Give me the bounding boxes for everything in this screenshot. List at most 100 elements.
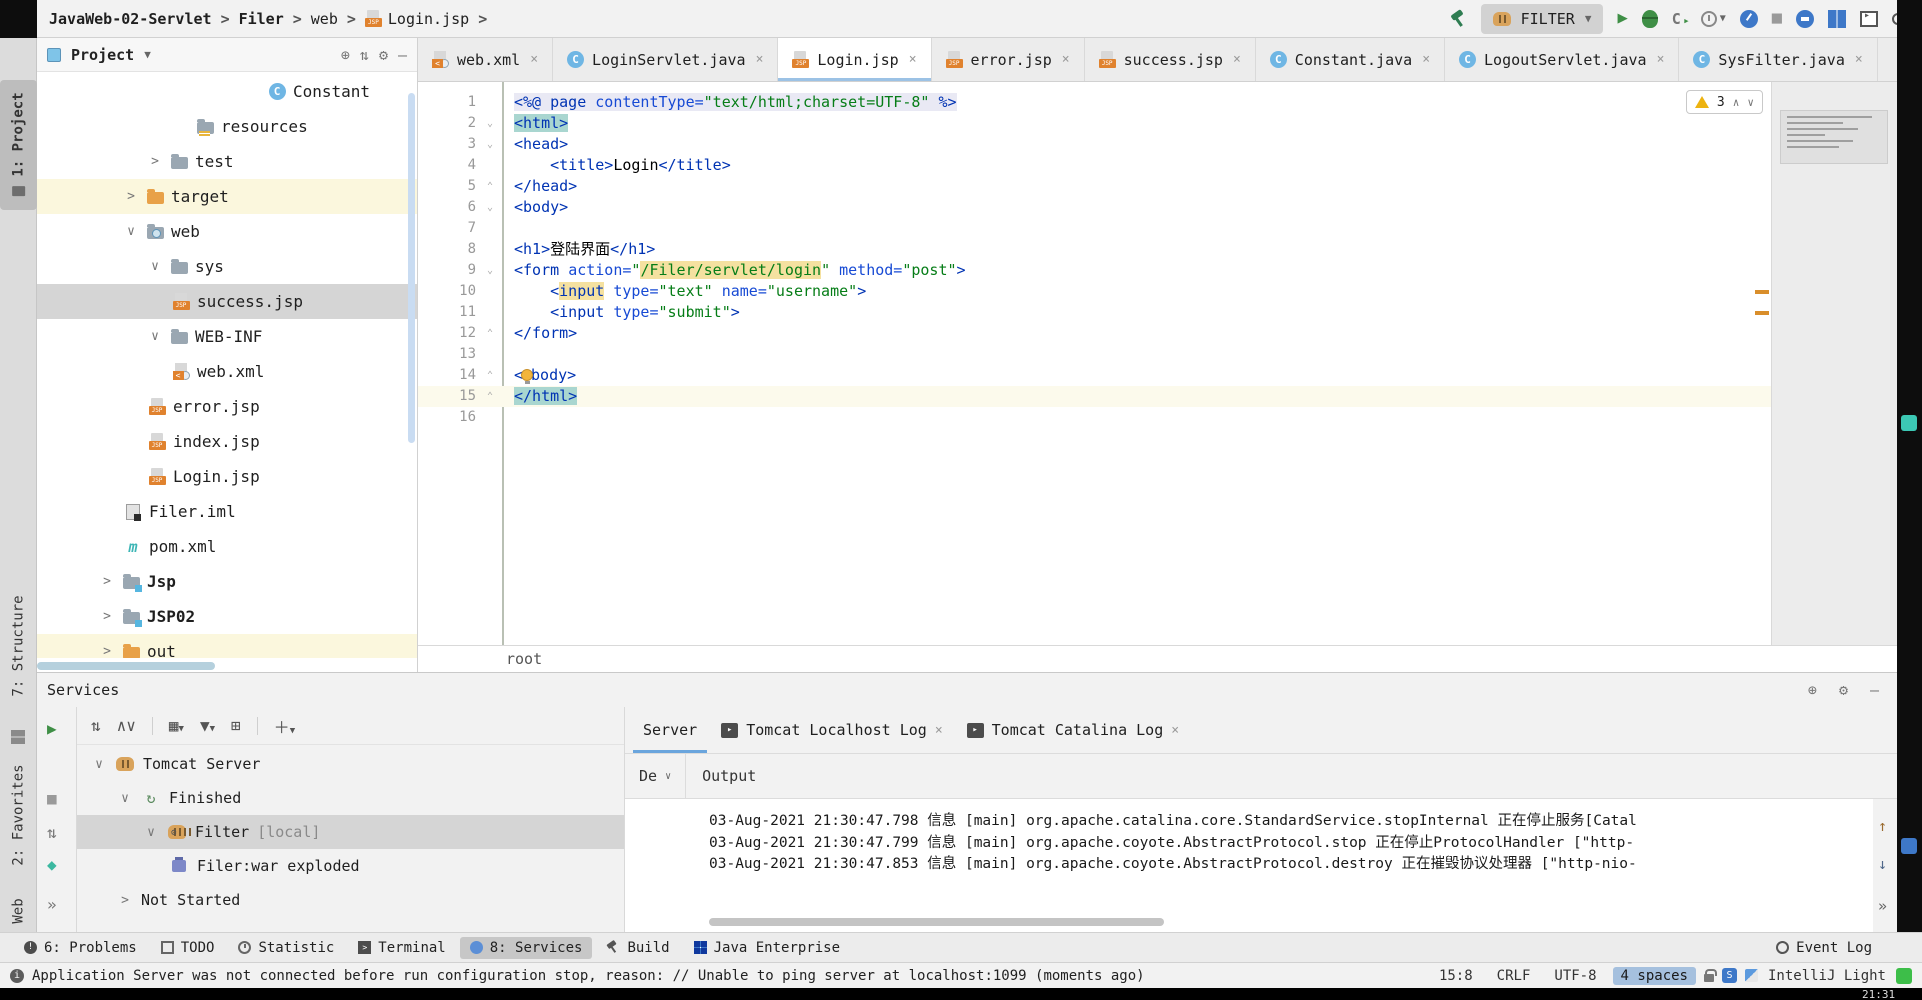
fold-marker[interactable]: ⌄ <box>480 113 500 134</box>
add-service-icon[interactable]: ＋▼ <box>274 714 295 738</box>
tree-item-success-jsp[interactable]: success.jsp <box>37 284 417 319</box>
console-tab-tomcat-localhost-log[interactable]: ▸Tomcat Localhost Log× <box>711 707 952 753</box>
toolwindow-bar-build[interactable]: Build <box>596 937 679 959</box>
prev-problem-icon[interactable]: ∧ <box>1733 96 1740 109</box>
run-button[interactable]: ▶ <box>1617 10 1627 27</box>
chevron-down-icon[interactable]: ∨ <box>147 259 163 274</box>
fold-marker[interactable]: ⌄ <box>480 260 500 281</box>
tree-item-pom-xml[interactable]: mpom.xml <box>37 529 417 564</box>
code-line-14[interactable]: 14⌃<body> <box>418 365 1771 386</box>
chevron-right-icon[interactable]: > <box>99 644 115 658</box>
code-line-10[interactable]: 10 <input type="text" name="username"> <box>418 281 1771 302</box>
line-ending[interactable]: CRLF <box>1489 968 1539 984</box>
close-icon[interactable]: × <box>1855 52 1863 67</box>
lock-icon[interactable] <box>1704 974 1714 982</box>
code-line-3[interactable]: 3⌄<head> <box>418 134 1771 155</box>
code-editor[interactable]: 1<%@ page contentType="text/html;charset… <box>418 82 1771 645</box>
run-anything-icon[interactable] <box>1860 11 1878 27</box>
run-configuration-select[interactable]: FILTER ▼ <box>1481 4 1604 34</box>
file-encoding[interactable]: UTF-8 <box>1546 968 1604 984</box>
code-line-12[interactable]: 12⌃</form> <box>418 323 1771 344</box>
toolwindow-bar-8-services[interactable]: 8: Services <box>460 937 593 959</box>
tree-item-jsp[interactable]: >Jsp <box>37 564 417 599</box>
editor-tab-constant-java[interactable]: CConstant.java× <box>1256 38 1445 81</box>
tree-item-filer-iml[interactable]: Filer.iml <box>37 494 417 529</box>
close-icon[interactable]: × <box>756 52 764 67</box>
toolwindow-button-web[interactable]: Web <box>0 886 37 936</box>
settings-icon[interactable]: ⚙ <box>379 46 388 64</box>
toolwindow-bar-statistic[interactable]: Statistic <box>228 937 344 959</box>
tree-item-web[interactable]: ∨web <box>37 214 417 249</box>
console-horizontal-scrollbar[interactable] <box>709 918 1164 926</box>
codota-icon[interactable] <box>1901 838 1917 854</box>
tree-item-test[interactable]: >test <box>37 144 417 179</box>
code-line-7[interactable]: 7 <box>418 218 1771 239</box>
tree-item-jsp02[interactable]: >JSP02 <box>37 599 417 634</box>
toolwindow-button-jsp[interactable]: JSP <box>1897 45 1922 98</box>
editor-tab-logoutservlet-java[interactable]: CLogoutServlet.java× <box>1445 38 1679 81</box>
gauge-icon[interactable] <box>1740 10 1758 28</box>
attach-icon[interactable] <box>1796 10 1814 28</box>
profiler-button[interactable]: ▼ <box>1701 11 1726 27</box>
fold-marker[interactable]: ⌃ <box>480 386 500 407</box>
chevron-down-icon[interactable]: ▼ <box>144 48 151 61</box>
chevron-right-icon[interactable]: > <box>123 189 139 204</box>
fold-marker[interactable]: ⌃ <box>480 365 500 386</box>
tree-item-target[interactable]: >target <box>37 179 417 214</box>
console-tab-tomcat-catalina-log[interactable]: ▸Tomcat Catalina Log× <box>957 707 1189 753</box>
project-horizontal-scrollbar[interactable] <box>37 662 215 670</box>
close-icon[interactable]: × <box>935 723 943 738</box>
project-panel-title[interactable]: Project <box>71 46 134 64</box>
chevron-right-icon[interactable]: > <box>99 574 115 589</box>
tree-item-resources[interactable]: resources <box>37 109 417 144</box>
toolwindow-button-structure[interactable]: 7: Structure <box>0 586 37 706</box>
service-item-not-started[interactable]: >Not Started <box>77 883 624 917</box>
group-by-icon[interactable]: ▦▼ <box>169 716 184 735</box>
run-icon[interactable]: ▶ <box>47 719 57 738</box>
locate-icon[interactable]: ⊕ <box>1808 681 1817 699</box>
editor-tab-sysfilter-java[interactable]: CSysFilter.java× <box>1679 38 1877 81</box>
code-line-6[interactable]: 6⌄<body> <box>418 197 1771 218</box>
teal-plugin-icon[interactable] <box>1901 415 1917 431</box>
toolwindow-button-project[interactable]: 1: Project <box>0 80 37 210</box>
service-item-filer-war-exploded[interactable]: Filer:war exploded <box>77 849 624 883</box>
services-panel-title[interactable]: Services <box>47 681 119 699</box>
chevron-down-icon[interactable]: ∨ <box>147 329 163 344</box>
code-line-16[interactable]: 16 <box>418 407 1771 428</box>
code-line-13[interactable]: 13 <box>418 344 1771 365</box>
tree-item-web-inf[interactable]: ∨WEB-INF <box>37 319 417 354</box>
toolwindow-bar-6-problems[interactable]: !6: Problems <box>14 937 147 959</box>
codota-status-icon[interactable]: S <box>1722 968 1737 983</box>
chevron-right-icon[interactable]: > <box>147 154 163 169</box>
console-log[interactable]: 03-Aug-2021 21:30:47.798 信息 [main] org.a… <box>625 799 1873 932</box>
code-line-1[interactable]: 1<%@ page contentType="text/html;charset… <box>418 92 1771 113</box>
chevron-right-icon[interactable]: > <box>117 893 133 908</box>
close-icon[interactable]: × <box>1657 52 1665 67</box>
code-line-4[interactable]: 4 <title>Login</title> <box>418 155 1771 176</box>
toolwindow-button-maven[interactable]: Maven <box>1897 242 1922 317</box>
service-item-tomcat-server[interactable]: ∨Tomcat Server <box>77 747 624 781</box>
editor-tab-login-jsp[interactable]: Login.jsp× <box>778 38 931 81</box>
green-status-icon[interactable] <box>1896 968 1912 984</box>
close-icon[interactable]: × <box>1233 52 1241 67</box>
breadcrumb-item[interactable]: Filer <box>239 10 284 28</box>
chevron-right-icon[interactable]: > <box>99 609 115 624</box>
console-tab-server[interactable]: Server <box>633 707 707 753</box>
code-line-5[interactable]: 5⌃</head> <box>418 176 1771 197</box>
chevron-down-icon[interactable]: ∨ <box>91 757 107 772</box>
chevron-down-icon[interactable]: ∨ <box>117 791 133 806</box>
toolwindow-bar-terminal[interactable]: >Terminal <box>348 937 455 959</box>
scroll-down-icon[interactable]: ↓ <box>1878 855 1887 873</box>
toolwindow-button-ant[interactable]: Ant <box>1897 168 1922 221</box>
run-with-coverage-button[interactable]: C <box>1672 10 1687 28</box>
editor-tab-success-jsp[interactable]: success.jsp× <box>1085 38 1256 81</box>
toolwindow-bar-event-log[interactable]: Event Log <box>1766 937 1882 959</box>
fold-marker[interactable]: ⌃ <box>480 323 500 344</box>
service-item-filter[interactable]: ∨Filter [local] <box>77 815 624 849</box>
tree-item-constant[interactable]: CConstant <box>37 74 417 109</box>
updown-icon[interactable]: ⇅ <box>47 823 57 842</box>
code-line-9[interactable]: 9⌄<form action="/Filer/servlet/login" me… <box>418 260 1771 281</box>
hide-icon[interactable]: — <box>1870 681 1879 699</box>
close-icon[interactable]: × <box>1062 52 1070 67</box>
more-icon[interactable]: » <box>1878 897 1887 915</box>
